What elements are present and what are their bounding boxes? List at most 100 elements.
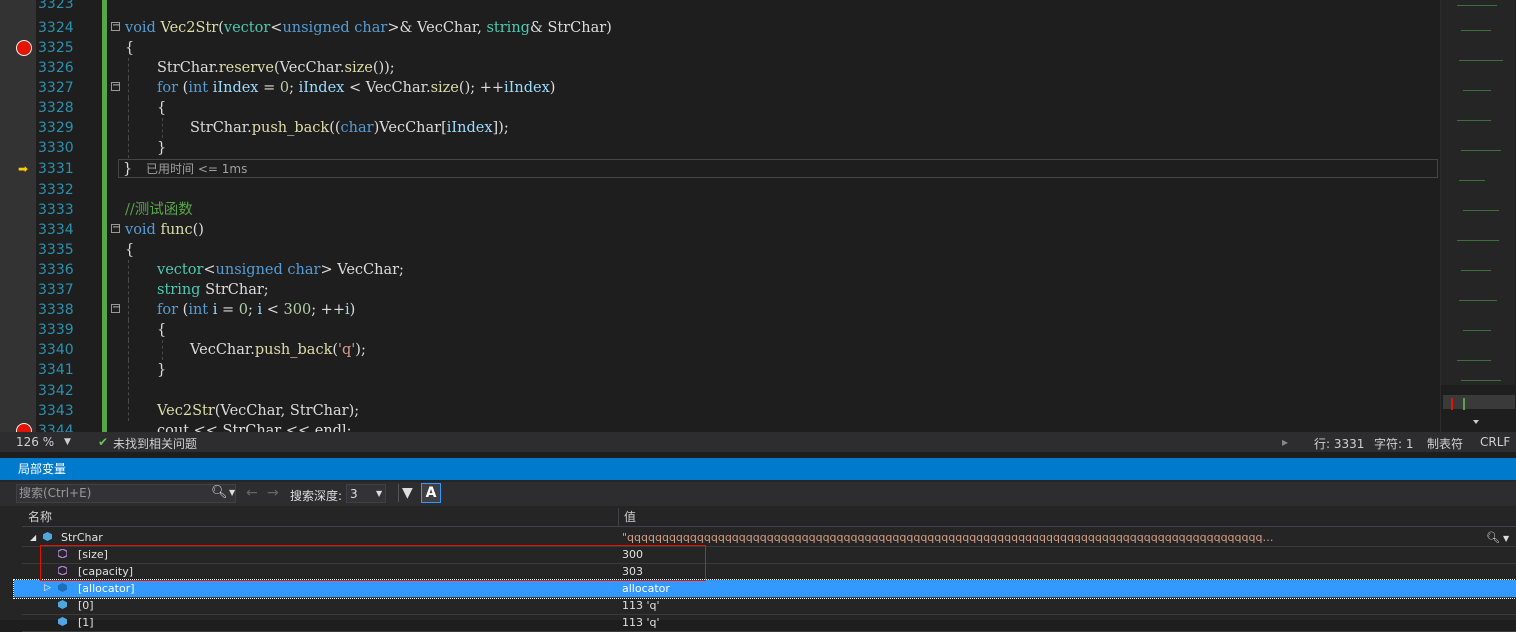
line-number: 3344 — [38, 423, 74, 432]
search-icon[interactable]: 🔍︎ — [211, 485, 228, 500]
case-sensitive-icon[interactable]: A — [421, 483, 441, 503]
code-text: { — [125, 242, 135, 258]
code-line[interactable]: 3342 — [0, 381, 1440, 401]
code-line[interactable]: 3330 } — [0, 138, 1440, 158]
code-text: } — [157, 140, 167, 156]
locals-window: 局部变量 搜索(Ctrl+E) 🔍︎ ▼ ← → 搜索深度: 3 ▼ ▼ A 名… — [0, 458, 1516, 632]
line-number: 3335 — [38, 242, 74, 258]
locals-row-selected[interactable]: ▷ [allocator] allocator — [13, 579, 1516, 599]
variable-icon — [58, 583, 67, 592]
panel-title: 局部变量 — [18, 462, 67, 476]
search-dropdown-icon[interactable]: ▼ — [229, 488, 235, 497]
code-text: void func() — [125, 222, 204, 238]
minimap-preview — [1441, 0, 1516, 432]
code-line[interactable]: 3343 Vec2Str(VecChar, StrChar); — [0, 401, 1440, 421]
locals-row[interactable]: [0] 113 'q' — [22, 597, 1516, 615]
collapse-toggle[interactable]: − — [111, 223, 120, 233]
code-line[interactable]: 3337 string StrChar; — [0, 280, 1440, 300]
line-number: 3337 — [38, 282, 74, 298]
line-number: 3340 — [38, 342, 74, 358]
variable-icon — [43, 532, 52, 541]
line-number: 3330 — [38, 140, 74, 156]
code-line[interactable]: 3327 − for (int iIndex = 0; iIndex < Vec… — [0, 78, 1440, 98]
collapse-toggle[interactable]: − — [111, 303, 120, 313]
line-number: 3333 — [38, 202, 74, 218]
locals-row[interactable]: [1] 113 'q' — [22, 614, 1516, 632]
zoom-dropdown-icon[interactable]: ▼ — [64, 437, 71, 447]
code-line[interactable]: 3335 { — [0, 240, 1440, 260]
chevron-down-icon: ▼ — [376, 489, 383, 498]
column-value[interactable]: 值 — [624, 508, 636, 526]
code-line[interactable]: 3326 StrChar.reserve(VecChar.size()); — [0, 58, 1440, 78]
line-number: 3338 — [38, 302, 74, 318]
visualizer-dropdown-icon[interactable]: ▼ — [1503, 530, 1509, 547]
toolbar-divider — [398, 484, 399, 502]
code-line[interactable]: 3339 { — [0, 320, 1440, 340]
code-minimap[interactable] — [1440, 0, 1516, 432]
locals-grid-header: 名称 值 — [22, 508, 1516, 527]
search-depth-select[interactable]: 3 ▼ — [346, 484, 386, 503]
code-line[interactable]: 3336 vector<unsigned char> VecChar; — [0, 260, 1440, 280]
breakpoint-icon[interactable] — [16, 423, 32, 432]
back-arrow-icon[interactable]: ← — [246, 485, 258, 501]
code-line[interactable]: 3333 //测试函数 — [0, 200, 1440, 220]
line-number: 3341 — [38, 362, 74, 378]
indent-mode[interactable]: 制表符 — [1427, 435, 1463, 452]
code-text: } — [157, 362, 167, 378]
line-number: 3339 — [38, 322, 74, 338]
column-name[interactable]: 名称 — [28, 508, 52, 526]
code-line[interactable]: 3329 StrChar.push_back((char)VecChar[iIn… — [0, 118, 1440, 138]
code-line-current[interactable]: ➡ 3331 } 已用时间 <= 1ms — [0, 159, 1440, 179]
code-text: StrChar.push_back((char)VecChar[iIndex])… — [190, 120, 509, 136]
column-divider[interactable] — [618, 508, 619, 526]
magnifier-icon[interactable]: 🔍︎ — [1486, 529, 1500, 546]
code-text: for (int iIndex = 0; iIndex < VecChar.si… — [157, 80, 556, 96]
variable-name: [0] — [78, 599, 94, 612]
collapse-arrow-icon[interactable]: ◢ — [30, 529, 36, 546]
code-line[interactable]: 3340 VecChar.push_back('q'); — [0, 340, 1440, 360]
code-line[interactable]: 3324 − void Vec2Str(vector<unsigned char… — [0, 18, 1440, 38]
line-number: 3331 — [38, 161, 74, 177]
line-number: 3327 — [38, 80, 74, 96]
line-number: 3323 — [38, 0, 74, 12]
search-depth-label: 搜索深度: — [290, 489, 343, 503]
forward-arrow-icon[interactable]: → — [267, 485, 279, 501]
variable-value: 303 — [622, 565, 643, 578]
filter-icon[interactable]: ▼ — [402, 485, 413, 501]
zoom-level[interactable]: 126 % — [16, 435, 54, 449]
issues-status[interactable]: 未找到相关问题 — [113, 435, 197, 452]
expand-arrow-icon[interactable]: ▷ — [44, 580, 51, 597]
variable-icon — [58, 617, 67, 626]
code-text: void Vec2Str(vector<unsigned char>& VecC… — [125, 20, 612, 36]
line-number: 3329 — [38, 120, 74, 136]
code-text: Vec2Str(VecChar, StrChar); — [157, 403, 360, 419]
locals-title-bar[interactable]: 局部变量 — [0, 458, 1516, 480]
code-line[interactable]: 3338 − for (int i = 0; i < 300; ++i) — [0, 300, 1440, 320]
code-line[interactable]: 3332 — [0, 180, 1440, 200]
variable-value: 113 'q' — [622, 616, 660, 629]
code-line[interactable]: 3323 — [0, 0, 1440, 14]
perf-tip: 已用时间 <= 1ms — [146, 162, 248, 176]
scroll-left-icon[interactable]: ▸ — [1282, 435, 1288, 449]
cursor-char: 字符: 1 — [1374, 437, 1414, 451]
code-line[interactable]: 3334 − void func() — [0, 220, 1440, 240]
locals-toolbar: 搜索(Ctrl+E) 🔍︎ ▼ ← → 搜索深度: 3 ▼ ▼ A — [0, 482, 1516, 506]
code-text: { — [157, 322, 167, 338]
code-text: cout << StrChar << endl; — [157, 423, 352, 432]
line-number: 3325 — [38, 40, 74, 56]
code-line[interactable]: 3328 { — [0, 98, 1440, 118]
search-input[interactable]: 搜索(Ctrl+E) — [16, 484, 236, 503]
line-ending[interactable]: CRLF — [1480, 435, 1510, 449]
line-number: 3342 — [38, 383, 74, 399]
line-number: 3332 — [38, 182, 74, 198]
code-line[interactable]: 3325 { — [0, 38, 1440, 58]
collapse-toggle[interactable]: − — [111, 81, 120, 91]
breakpoint-icon[interactable] — [16, 40, 32, 56]
code-line[interactable]: 3341 } — [0, 360, 1440, 380]
line-number: 3334 — [38, 222, 74, 238]
code-text: vector<unsigned char> VecChar; — [157, 262, 404, 278]
code-line[interactable]: 3344 cout << StrChar << endl; — [0, 421, 1440, 432]
editor-status-bar: 126 % ▼ ✔ 未找到相关问题 ▸ 行: 3331 字符: 1 制表符 CR… — [0, 432, 1516, 452]
collapse-toggle[interactable]: − — [111, 21, 120, 31]
code-editor[interactable]: 3323 3324 − void Vec2Str(vector<unsigned… — [0, 0, 1516, 432]
